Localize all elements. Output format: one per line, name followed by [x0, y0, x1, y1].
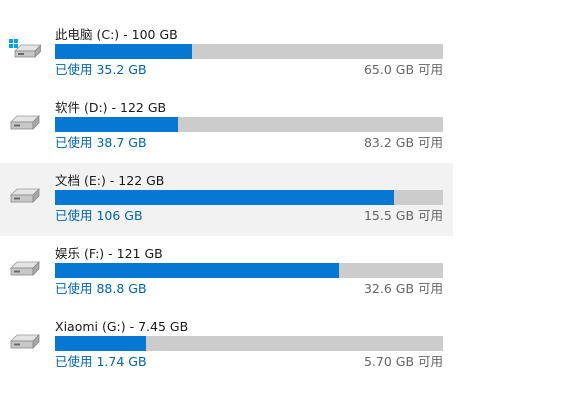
usage-bar	[55, 117, 443, 132]
usage-bar	[55, 263, 443, 278]
drive-item-e[interactable]: 文档 (E:) - 122 GB 已使用 106 GB 15.5 GB 可用	[0, 163, 453, 236]
used-space-text: 已使用 38.7 GB	[55, 135, 147, 150]
usage-bar-fill	[55, 190, 394, 205]
drive-icon	[10, 188, 40, 203]
usage-bar-fill	[55, 117, 178, 132]
used-space-text: 已使用 35.2 GB	[55, 62, 147, 77]
usage-bar	[55, 44, 443, 59]
drive-title: 娱乐 (F:) - 121 GB	[55, 246, 163, 261]
drive-icon	[10, 261, 40, 276]
drive-list: 此电脑 (C:) - 100 GB 已使用 35.2 GB 65.0 GB 可用…	[0, 17, 569, 382]
usage-bar	[55, 336, 443, 351]
usage-bar-fill	[55, 336, 146, 351]
drive-title: 文档 (E:) - 122 GB	[55, 173, 165, 188]
usage-bar	[55, 190, 443, 205]
free-space-text: 5.70 GB 可用	[363, 354, 443, 369]
usage-bar-fill	[55, 263, 339, 278]
drive-icon	[10, 334, 40, 349]
drive-title: 软件 (D:) - 122 GB	[55, 100, 167, 115]
used-space-text: 已使用 1.74 GB	[55, 354, 147, 369]
used-space-text: 已使用 106 GB	[55, 208, 143, 223]
drive-title: 此电脑 (C:) - 100 GB	[55, 27, 178, 42]
free-space-text: 83.2 GB 可用	[363, 135, 443, 150]
free-space-text: 65.0 GB 可用	[363, 62, 443, 77]
system-drive-icon	[9, 39, 41, 58]
free-space-text: 15.5 GB 可用	[363, 208, 443, 223]
drive-item-c[interactable]: 此电脑 (C:) - 100 GB 已使用 35.2 GB 65.0 GB 可用	[0, 17, 453, 90]
usage-bar-fill	[55, 44, 192, 59]
drive-title: Xiaomi (G:) - 7.45 GB	[55, 319, 189, 334]
free-space-text: 32.6 GB 可用	[363, 281, 443, 296]
used-space-text: 已使用 88.8 GB	[55, 281, 147, 296]
drive-item-d[interactable]: 软件 (D:) - 122 GB 已使用 38.7 GB 83.2 GB 可用	[0, 90, 453, 163]
drive-item-f[interactable]: 娱乐 (F:) - 121 GB 已使用 88.8 GB 32.6 GB 可用	[0, 236, 453, 309]
drive-item-g[interactable]: Xiaomi (G:) - 7.45 GB 已使用 1.74 GB 5.70 G…	[0, 309, 453, 382]
drive-icon	[10, 115, 40, 130]
